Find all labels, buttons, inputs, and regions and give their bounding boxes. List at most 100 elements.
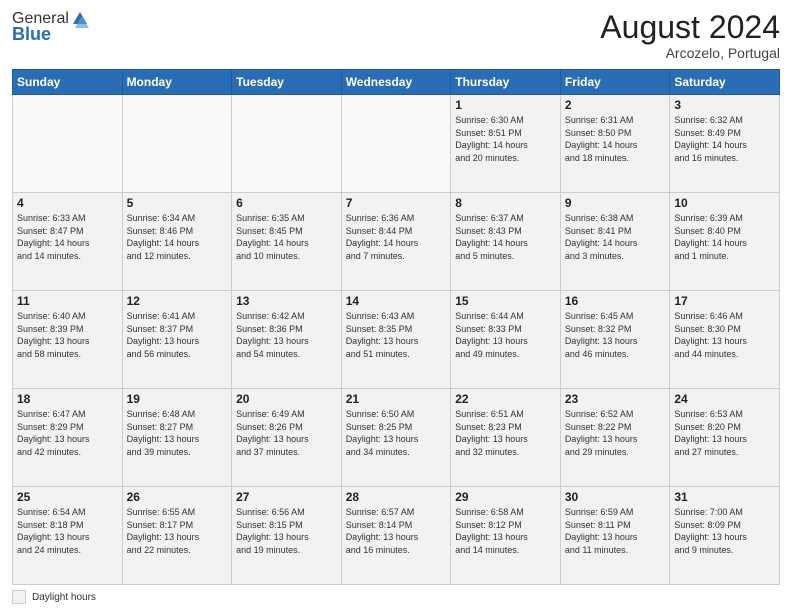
day-cell: 26 Sunrise: 6:55 AM Sunset: 8:17 PM Dayli… [122,487,232,585]
day-cell [122,95,232,193]
week-row-5: 25Sunrise: 6:54 AM Sunset: 8:18 PM Dayli… [13,487,780,585]
weekday-saturday: Saturday [670,70,780,95]
day-info: Sunrise: 6:51 AM Sunset: 8:23 PM Dayligh… [455,408,556,458]
day-cell: 7 Sunrise: 6:36 AM Sunset: 8:44 PM Daylig… [341,193,451,291]
day-info: Sunrise: 6:32 AM Sunset: 8:49 PM Dayligh… [674,114,775,164]
week-row-4: 18 Sunrise: 6:47 AM Sunset: 8:29 PM Dayli… [13,389,780,487]
day-number: 30 [565,490,666,504]
day-number: 4 [17,196,118,210]
day-cell: 3 Sunrise: 6:32 AM Sunset: 8:49 PM Daylig… [670,95,780,193]
day-number: 20 [236,392,337,406]
day-cell [13,95,123,193]
day-cell: 28Sunrise: 6:57 AM Sunset: 8:14 PM Dayli… [341,487,451,585]
day-info: Sunrise: 6:57 AM Sunset: 8:14 PM Dayligh… [346,506,447,556]
day-info: Sunrise: 6:52 AM Sunset: 8:22 PM Dayligh… [565,408,666,458]
day-info: Sunrise: 6:55 AM Sunset: 8:17 PM Dayligh… [127,506,228,556]
month-year-title: August 2024 [600,10,780,45]
day-number: 21 [346,392,447,406]
day-cell: 8Sunrise: 6:37 AM Sunset: 8:43 PM Daylig… [451,193,561,291]
day-info: Sunrise: 6:31 AM Sunset: 8:50 PM Dayligh… [565,114,666,164]
day-cell: 19 Sunrise: 6:48 AM Sunset: 8:27 PM Dayli… [122,389,232,487]
legend-label: Daylight hours [32,592,96,603]
day-info: Sunrise: 6:39 AM Sunset: 8:40 PM Dayligh… [674,212,775,262]
day-cell: 5Sunrise: 6:34 AM Sunset: 8:46 PM Daylig… [122,193,232,291]
day-number: 7 [346,196,447,210]
day-cell: 15 Sunrise: 6:44 AM Sunset: 8:33 PM Dayli… [451,291,561,389]
day-cell: 18 Sunrise: 6:47 AM Sunset: 8:29 PM Dayli… [13,389,123,487]
day-info: Sunrise: 6:36 AM Sunset: 8:44 PM Dayligh… [346,212,447,262]
day-cell [341,95,451,193]
week-row-3: 11 Sunrise: 6:40 AM Sunset: 8:39 PM Dayli… [13,291,780,389]
day-cell: 9Sunrise: 6:38 AM Sunset: 8:41 PM Daylig… [560,193,670,291]
day-info: Sunrise: 6:59 AM Sunset: 8:11 PM Dayligh… [565,506,666,556]
day-number: 5 [127,196,228,210]
day-info: Sunrise: 6:37 AM Sunset: 8:43 PM Dayligh… [455,212,556,262]
location-subtitle: Arcozelo, Portugal [600,45,780,61]
day-info: Sunrise: 6:42 AM Sunset: 8:36 PM Dayligh… [236,310,337,360]
day-info: Sunrise: 6:58 AM Sunset: 8:12 PM Dayligh… [455,506,556,556]
weekday-friday: Friday [560,70,670,95]
day-info: Sunrise: 6:47 AM Sunset: 8:29 PM Dayligh… [17,408,118,458]
day-info: Sunrise: 6:50 AM Sunset: 8:25 PM Dayligh… [346,408,447,458]
day-number: 2 [565,98,666,112]
day-cell: 1Sunrise: 6:30 AM Sunset: 8:51 PM Daylig… [451,95,561,193]
day-number: 13 [236,294,337,308]
day-number: 16 [565,294,666,308]
day-cell: 22 Sunrise: 6:51 AM Sunset: 8:23 PM Dayli… [451,389,561,487]
day-info: Sunrise: 6:53 AM Sunset: 8:20 PM Dayligh… [674,408,775,458]
day-info: Sunrise: 7:00 AM Sunset: 8:09 PM Dayligh… [674,506,775,556]
weekday-tuesday: Tuesday [232,70,342,95]
weekday-sunday: Sunday [13,70,123,95]
legend-swatch [12,590,26,604]
day-number: 29 [455,490,556,504]
day-number: 14 [346,294,447,308]
day-number: 19 [127,392,228,406]
day-info: Sunrise: 6:56 AM Sunset: 8:15 PM Dayligh… [236,506,337,556]
day-cell: 6Sunrise: 6:35 AM Sunset: 8:45 PM Daylig… [232,193,342,291]
day-info: Sunrise: 6:48 AM Sunset: 8:27 PM Dayligh… [127,408,228,458]
day-cell: 27 Sunrise: 6:56 AM Sunset: 8:15 PM Dayli… [232,487,342,585]
day-info: Sunrise: 6:41 AM Sunset: 8:37 PM Dayligh… [127,310,228,360]
day-cell: 24 Sunrise: 6:53 AM Sunset: 8:20 PM Dayli… [670,389,780,487]
weekday-wednesday: Wednesday [341,70,451,95]
day-cell: 31Sunrise: 7:00 AM Sunset: 8:09 PM Dayli… [670,487,780,585]
day-cell [232,95,342,193]
day-number: 22 [455,392,556,406]
day-cell: 16 Sunrise: 6:45 AM Sunset: 8:32 PM Dayli… [560,291,670,389]
day-cell: 17Sunrise: 6:46 AM Sunset: 8:30 PM Dayli… [670,291,780,389]
day-number: 3 [674,98,775,112]
day-number: 6 [236,196,337,210]
week-row-1: 1Sunrise: 6:30 AM Sunset: 8:51 PM Daylig… [13,95,780,193]
day-info: Sunrise: 6:44 AM Sunset: 8:33 PM Dayligh… [455,310,556,360]
day-cell: 14 Sunrise: 6:43 AM Sunset: 8:35 PM Dayli… [341,291,451,389]
day-cell: 25Sunrise: 6:54 AM Sunset: 8:18 PM Dayli… [13,487,123,585]
day-cell: 13 Sunrise: 6:42 AM Sunset: 8:36 PM Dayli… [232,291,342,389]
logo-blue-text: Blue [12,24,51,45]
day-number: 25 [17,490,118,504]
day-cell: 4 Sunrise: 6:33 AM Sunset: 8:47 PM Daylig… [13,193,123,291]
weekday-monday: Monday [122,70,232,95]
day-info: Sunrise: 6:43 AM Sunset: 8:35 PM Dayligh… [346,310,447,360]
weekday-header-row: SundayMondayTuesdayWednesdayThursdayFrid… [13,70,780,95]
day-number: 26 [127,490,228,504]
day-cell: 12Sunrise: 6:41 AM Sunset: 8:37 PM Dayli… [122,291,232,389]
day-number: 10 [674,196,775,210]
day-number: 17 [674,294,775,308]
day-info: Sunrise: 6:49 AM Sunset: 8:26 PM Dayligh… [236,408,337,458]
calendar-table: SundayMondayTuesdayWednesdayThursdayFrid… [12,69,780,585]
day-cell: 29 Sunrise: 6:58 AM Sunset: 8:12 PM Dayli… [451,487,561,585]
day-number: 15 [455,294,556,308]
weekday-thursday: Thursday [451,70,561,95]
day-number: 24 [674,392,775,406]
day-number: 11 [17,294,118,308]
day-info: Sunrise: 6:33 AM Sunset: 8:47 PM Dayligh… [17,212,118,262]
day-number: 18 [17,392,118,406]
day-cell: 30 Sunrise: 6:59 AM Sunset: 8:11 PM Dayli… [560,487,670,585]
day-number: 27 [236,490,337,504]
header: General Blue August 2024 Arcozelo, Portu… [12,10,780,61]
logo-icon [71,10,89,28]
day-info: Sunrise: 6:40 AM Sunset: 8:39 PM Dayligh… [17,310,118,360]
title-block: August 2024 Arcozelo, Portugal [600,10,780,61]
day-info: Sunrise: 6:45 AM Sunset: 8:32 PM Dayligh… [565,310,666,360]
day-info: Sunrise: 6:38 AM Sunset: 8:41 PM Dayligh… [565,212,666,262]
